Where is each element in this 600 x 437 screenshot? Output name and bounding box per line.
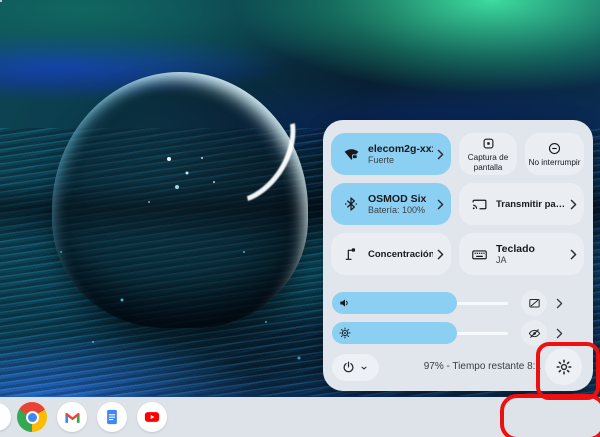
network-name: elecom2g-xxx… [368,143,433,155]
shelf: 16 de dic 15:39 JA [0,397,600,437]
volume-slider-row [332,290,563,316]
wallpaper-sparkles [0,0,2,2]
display-settings-chevron-icon[interactable] [556,328,563,339]
volume-slider-fill [332,292,457,314]
gear-icon [555,358,573,376]
brightness-icon [338,326,352,340]
network-signal: Fuerte [368,155,433,166]
chevron-right-icon [437,249,444,260]
shelf-app-docs[interactable] [97,402,127,432]
keyboard-label: Teclado [496,243,566,255]
tile-screen-capture[interactable]: Captura de pantalla [459,133,517,175]
monitor-off-icon [527,296,542,311]
chevron-down-icon [358,362,370,374]
privacy-screen-toggle-button[interactable] [521,320,547,346]
shelf-app-chrome[interactable] [17,402,47,432]
youtube-icon [143,408,161,426]
brightness-slider[interactable] [332,322,508,344]
chevron-right-icon [570,249,577,260]
screenshot-icon [478,136,498,151]
tile-focus[interactable]: Concentración [331,233,451,275]
do-not-disturb-icon [545,141,565,156]
do-not-disturb-label: No interrumpir [529,158,581,168]
volume-slider[interactable] [332,292,508,314]
tile-bluetooth[interactable]: OSMOD Six Batería: 100% [331,183,451,225]
chevron-right-icon [570,199,577,210]
tile-network[interactable]: elecom2g-xxx… Fuerte [331,133,451,175]
docs-icon [103,408,121,426]
power-button[interactable] [332,354,379,381]
screen-capture-label: Captura de pantalla [461,153,515,172]
shelf-app-youtube[interactable] [137,402,167,432]
bluetooth-device-name: OSMOD Six [368,193,433,205]
monitor-audio-toggle-button[interactable] [521,290,547,316]
tile-cast[interactable]: Transmitir pa… [459,183,584,225]
chromeos-screen: elecom2g-xxx… Fuerte Captura de pantalla… [0,0,600,437]
bluetooth-icon [341,196,361,212]
keyboard-layout: JA [496,255,566,266]
focus-label: Concentración [368,249,433,260]
battery-status-text: 97% - Tiempo restante 8:1 [379,361,541,372]
volume-icon [338,296,352,310]
shelf-app-gmail[interactable] [57,402,87,432]
cast-icon [469,196,489,213]
keyboard-icon [469,246,489,263]
chevron-right-icon [437,149,444,160]
focus-icon [341,246,361,262]
chevron-right-icon [437,199,444,210]
tile-keyboard[interactable]: Teclado JA [459,233,584,275]
cast-label: Transmitir pa… [496,199,566,210]
wifi-lock-icon [341,146,361,163]
bluetooth-battery: Batería: 100% [368,205,433,216]
brightness-slider-fill [332,322,457,344]
quick-settings-panel: elecom2g-xxx… Fuerte Captura de pantalla… [323,120,593,391]
launcher-button[interactable] [0,403,11,431]
chrome-icon [17,402,47,432]
power-icon [341,360,356,375]
gmail-icon [64,411,81,424]
brightness-slider-row [332,320,563,346]
settings-button[interactable] [545,348,582,385]
audio-settings-chevron-icon[interactable] [556,298,563,309]
eye-off-icon [527,326,542,341]
water-droplet [52,72,308,328]
tile-do-not-disturb[interactable]: No interrumpir [525,133,584,175]
